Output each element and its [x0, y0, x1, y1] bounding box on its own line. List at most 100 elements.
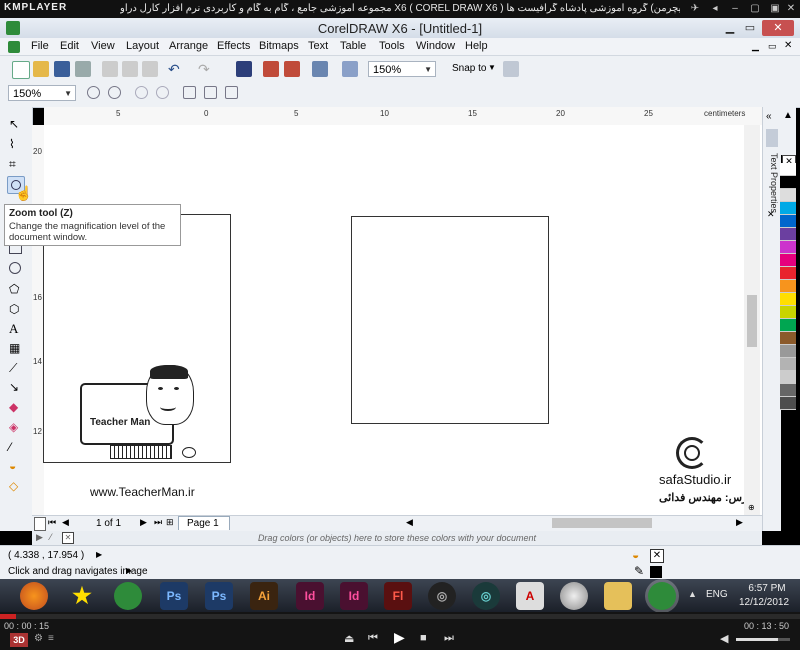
- horizontal-ruler[interactable]: 5 0 5 10 15 20 25 centimeters: [44, 107, 762, 126]
- palette-swatch[interactable]: [780, 215, 796, 228]
- palette-swatch[interactable]: [780, 332, 796, 345]
- redo-icon[interactable]: ↷: [198, 61, 214, 77]
- menu-view[interactable]: View: [91, 40, 115, 52]
- settings-gear-icon[interactable]: ⚙: [34, 633, 43, 644]
- next-icon[interactable]: ⏭: [444, 632, 454, 645]
- maximize-button[interactable]: ▭: [742, 20, 758, 36]
- menu-layout[interactable]: Layout: [126, 40, 159, 52]
- play-button[interactable]: ▶: [394, 629, 405, 646]
- menu-effects[interactable]: Effects: [217, 40, 250, 52]
- zoom-to-page-icon[interactable]: [183, 86, 196, 99]
- options-icon[interactable]: [503, 61, 519, 77]
- print-icon[interactable]: [75, 61, 91, 77]
- search-content-icon[interactable]: [236, 61, 252, 77]
- text-tool-icon[interactable]: A: [9, 321, 23, 336]
- volume-icon[interactable]: ◀: [720, 632, 728, 645]
- fill-tool-icon[interactable]: ◒: [9, 459, 23, 473]
- zoom-to-page-width-icon[interactable]: [204, 86, 217, 99]
- polygon-tool-icon[interactable]: ⬠: [9, 282, 23, 296]
- fill-swatch[interactable]: ✕: [650, 549, 664, 563]
- palette-swatch[interactable]: [780, 228, 796, 241]
- palette-swatch[interactable]: [780, 358, 796, 371]
- maya-icon[interactable]: ◎: [472, 582, 500, 610]
- previous-icon[interactable]: ⏮: [368, 632, 378, 645]
- 3d-button[interactable]: 3D: [10, 633, 28, 647]
- zoom-level-select[interactable]: 150% ▼: [368, 61, 436, 77]
- status-arrow-icon[interactable]: ▶: [126, 566, 132, 575]
- palette-swatch[interactable]: [780, 280, 796, 293]
- palette-swatch[interactable]: [780, 202, 796, 215]
- zoom-in-icon[interactable]: [87, 86, 100, 99]
- 3ds-max-icon[interactable]: ◎: [428, 582, 456, 610]
- new-document-icon[interactable]: [12, 61, 30, 79]
- menu-help[interactable]: Help: [465, 40, 488, 52]
- indesign-icon[interactable]: Id: [296, 582, 324, 610]
- document-palette[interactable]: ▶ ⁄ ✕ Drag colors (or objects) here to s…: [32, 531, 762, 545]
- doc-restore-button[interactable]: ▭: [768, 41, 777, 52]
- palette-swatch[interactable]: [780, 189, 796, 202]
- indesign-2-icon[interactable]: Id: [340, 582, 368, 610]
- scroll-left-icon[interactable]: ◀: [406, 517, 413, 528]
- coreldraw-taskbar-icon[interactable]: [114, 582, 142, 610]
- menu-text[interactable]: Text: [308, 40, 328, 52]
- interactive-fill-tool-icon[interactable]: ◇: [9, 479, 23, 493]
- open-icon[interactable]: [33, 61, 49, 77]
- palette-swatch[interactable]: [780, 241, 796, 254]
- pin-icon[interactable]: ✈: [688, 2, 702, 16]
- menu-file[interactable]: File: [31, 40, 49, 52]
- volume-slider[interactable]: [736, 638, 790, 641]
- last-page-button[interactable]: ⏭: [154, 517, 162, 528]
- coreldraw-active-icon[interactable]: [648, 582, 676, 610]
- export-icon[interactable]: [284, 61, 300, 77]
- photoshop-icon[interactable]: Ps: [160, 582, 188, 610]
- scroll-right-icon[interactable]: ▶: [736, 517, 743, 528]
- star-app-icon[interactable]: ★: [68, 582, 96, 610]
- palette-scroll-up-icon[interactable]: ▲: [783, 110, 793, 121]
- flash-icon[interactable]: Fl: [384, 582, 412, 610]
- player-maximize-button[interactable]: ▢: [748, 2, 762, 16]
- drawing-canvas[interactable]: Teacher Man www.TeacherMan.ir safaStudio…: [43, 125, 762, 515]
- player-close-button[interactable]: ✕: [784, 2, 798, 16]
- player-fullscreen-button[interactable]: ▣: [768, 2, 782, 16]
- fill-indicator-icon[interactable]: ◒: [632, 548, 639, 562]
- eyedropper-tool-icon[interactable]: ⁄: [9, 440, 23, 454]
- pick-tool-icon[interactable]: ↖: [9, 117, 23, 131]
- outline-swatch[interactable]: [650, 566, 662, 578]
- menu-edit[interactable]: Edit: [60, 40, 79, 52]
- tray-arrow-icon[interactable]: ▲: [688, 589, 697, 599]
- connector-tool-icon[interactable]: ↘: [9, 380, 23, 394]
- palette-swatch[interactable]: [780, 397, 796, 410]
- language-indicator[interactable]: ENG: [706, 589, 728, 600]
- palette-swatch[interactable]: [780, 176, 796, 189]
- zoom-navigator-icon[interactable]: ⊕: [748, 503, 755, 512]
- player-minimize-button[interactable]: –: [728, 2, 742, 16]
- copy-icon[interactable]: [122, 61, 138, 77]
- outline-indicator-icon[interactable]: ✎: [634, 564, 644, 578]
- import-icon[interactable]: [263, 61, 279, 77]
- crop-tool-icon[interactable]: ⌗: [9, 157, 23, 171]
- menu-tools[interactable]: Tools: [379, 40, 405, 52]
- table-tool-icon[interactable]: ▦: [9, 341, 23, 355]
- palette-swatch[interactable]: [780, 306, 796, 319]
- firefox-icon[interactable]: [20, 582, 48, 610]
- transparency-tool-icon[interactable]: ◈: [9, 420, 23, 434]
- menu-bitmaps[interactable]: Bitmaps: [259, 40, 299, 52]
- vertical-scroll-thumb[interactable]: [747, 295, 757, 347]
- page-tab[interactable]: Page 1: [178, 516, 230, 530]
- zoom-to-selected-icon[interactable]: [135, 86, 148, 99]
- minimize-button[interactable]: ▁: [722, 20, 738, 36]
- snap-to-dropdown[interactable]: Snap to: [452, 63, 486, 74]
- previous-page-button[interactable]: ◀: [62, 517, 69, 528]
- add-page-button[interactable]: ⊞: [166, 517, 174, 528]
- seek-bar[interactable]: [0, 614, 800, 619]
- undo-icon[interactable]: ↶: [168, 61, 184, 77]
- illustrator-icon[interactable]: Ai: [250, 582, 278, 610]
- palette-swatch[interactable]: [780, 267, 796, 280]
- dimension-tool-icon[interactable]: ⟋: [9, 361, 23, 375]
- vertical-scrollbar[interactable]: ⊕: [744, 125, 760, 515]
- zoom-levels-select[interactable]: 150% ▼: [8, 85, 76, 101]
- clock-time[interactable]: 6:57 PM: [740, 583, 794, 594]
- application-launcher-icon[interactable]: [312, 61, 328, 77]
- paste-icon[interactable]: [142, 61, 158, 77]
- first-page-button[interactable]: ⏮: [48, 517, 56, 528]
